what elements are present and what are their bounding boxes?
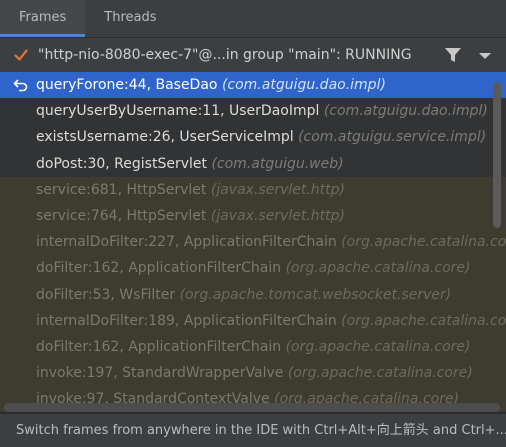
- frame-row[interactable]: queryUserByUsername:11, UserDaoImpl (com…: [0, 98, 506, 125]
- horizontal-scrollbar[interactable]: [4, 403, 500, 412]
- check-icon: [14, 49, 28, 61]
- frame-method: internalDoFilter:227, ApplicationFilterC…: [36, 234, 337, 251]
- tab-frames[interactable]: Frames: [0, 0, 86, 37]
- frame-method: doPost:30, RegistServlet: [36, 155, 207, 172]
- frame-package: (javax.servlet.http): [210, 181, 345, 198]
- frame-row[interactable]: doFilter:53, WsFilter (org.apache.tomcat…: [0, 281, 506, 308]
- frame-row[interactable]: internalDoFilter:189, ApplicationFilterC…: [0, 307, 506, 334]
- frame-method: invoke:197, StandardWrapperValve: [36, 365, 284, 382]
- frame-package: (com.atguigu.dao.impl): [323, 103, 488, 120]
- frame-row[interactable]: internalDoFilter:227, ApplicationFilterC…: [0, 229, 506, 256]
- hint-text: Switch frames from anywhere in the IDE w…: [0, 418, 506, 447]
- thread-selector[interactable]: "http-nio-8080-exec-7"@...in group "main…: [0, 39, 506, 71]
- filter-icon[interactable]: [444, 47, 462, 63]
- frames-list: queryForone:44, BaseDao (com.atguigu.dao…: [0, 72, 506, 414]
- frame-method: doFilter:53, WsFilter: [36, 286, 176, 303]
- frame-row[interactable]: invoke:197, StandardWrapperValve (org.ap…: [0, 360, 506, 387]
- frame-method: existsUsername:26, UserServiceImpl: [36, 129, 294, 146]
- frame-row[interactable]: service:681, HttpServlet (javax.servlet.…: [0, 176, 506, 203]
- frame-row[interactable]: service:764, HttpServlet (javax.servlet.…: [0, 202, 506, 230]
- frame-package: (org.apache.catalina.core): [285, 338, 471, 355]
- frame-method: queryUserByUsername:11, UserDaoImpl: [36, 103, 320, 120]
- frame-method: service:681, HttpServlet: [36, 181, 207, 198]
- vertical-scrollbar[interactable]: [493, 82, 501, 228]
- chevron-down-icon[interactable]: [478, 51, 492, 61]
- frame-package: (org.apache.catalina.core): [287, 365, 473, 382]
- tab-threads[interactable]: Threads: [85, 0, 175, 37]
- frame-row[interactable]: doPost:30, RegistServlet (com.atguigu.we…: [0, 150, 506, 177]
- thread-label: "http-nio-8080-exec-7"@...in group "main…: [38, 47, 412, 63]
- frame-package: (com.atguigu.web): [211, 155, 344, 172]
- frame-method: internalDoFilter:189, ApplicationFilterC…: [36, 312, 337, 329]
- frame-package: (javax.servlet.http): [210, 207, 345, 224]
- frame-row[interactable]: doFilter:162, ApplicationFilterChain (or…: [0, 333, 506, 361]
- frame-package: (org.apache.catalina.core): [341, 312, 506, 329]
- return-arrow-icon: [13, 79, 28, 92]
- frame-method: service:764, HttpServlet: [36, 207, 207, 224]
- frame-row[interactable]: doFilter:162, ApplicationFilterChain (or…: [0, 255, 506, 282]
- frame-row[interactable]: existsUsername:26, UserServiceImpl (com.…: [0, 124, 506, 151]
- frame-package: (org.apache.tomcat.websocket.server): [179, 286, 452, 303]
- frame-method: doFilter:162, ApplicationFilterChain: [36, 260, 282, 277]
- frame-method: doFilter:162, ApplicationFilterChain: [36, 338, 282, 355]
- debugger-tab-bar: Frames Threads: [0, 0, 506, 38]
- frame-method: queryForone:44, BaseDao: [36, 77, 218, 93]
- frame-package: (org.apache.catalina.core): [285, 260, 471, 277]
- frame-row[interactable]: queryForone:44, BaseDao (com.atguigu.dao…: [0, 72, 506, 99]
- frame-package: (org.apache.catalina.core): [341, 234, 506, 251]
- frame-package: (com.atguigu.dao.impl): [221, 77, 386, 93]
- frame-package: (com.atguigu.service.impl): [298, 129, 487, 146]
